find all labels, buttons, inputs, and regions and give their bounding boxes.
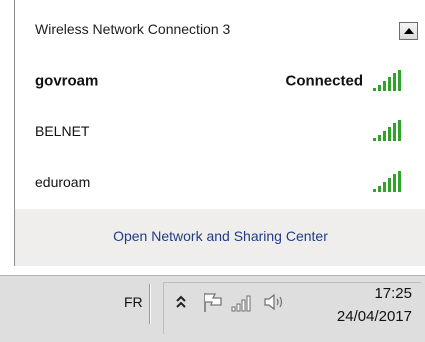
network-item-govroam[interactable]: govroam Connected bbox=[15, 56, 425, 106]
signal-strength-icon bbox=[373, 120, 401, 141]
language-indicator[interactable]: FR bbox=[124, 294, 143, 310]
network-item-eduroam[interactable]: eduroam bbox=[15, 157, 425, 207]
clock-date[interactable]: 24/04/2017 bbox=[316, 308, 412, 325]
action-center-flag-icon[interactable] bbox=[202, 291, 224, 313]
network-name: govroam bbox=[35, 72, 99, 90]
popup-footer: Open Network and Sharing Center bbox=[15, 209, 425, 266]
open-network-sharing-center-link[interactable]: Open Network and Sharing Center bbox=[15, 228, 425, 244]
network-signal-icon[interactable] bbox=[230, 291, 256, 313]
taskbar-divider bbox=[149, 284, 150, 324]
signal-strength-icon bbox=[373, 171, 401, 192]
network-popup: Wireless Network Connection 3 govroam Co… bbox=[14, 0, 425, 266]
network-name: BELNET bbox=[35, 123, 90, 139]
network-status: Connected bbox=[285, 72, 363, 90]
network-item-belnet[interactable]: BELNET bbox=[15, 106, 425, 156]
show-hidden-icons-chevron-icon[interactable] bbox=[174, 292, 188, 312]
network-name: eduroam bbox=[35, 174, 91, 190]
scroll-up-icon[interactable] bbox=[399, 22, 418, 40]
connection-section-title: Wireless Network Connection 3 bbox=[35, 21, 231, 37]
clock-time[interactable]: 17:25 bbox=[340, 285, 412, 302]
signal-strength-icon bbox=[373, 70, 401, 91]
network-list-header: Wireless Network Connection 3 bbox=[15, 0, 425, 62]
taskbar: FR 17:25 24/04/2017 bbox=[0, 275, 425, 342]
volume-icon[interactable] bbox=[262, 291, 286, 313]
